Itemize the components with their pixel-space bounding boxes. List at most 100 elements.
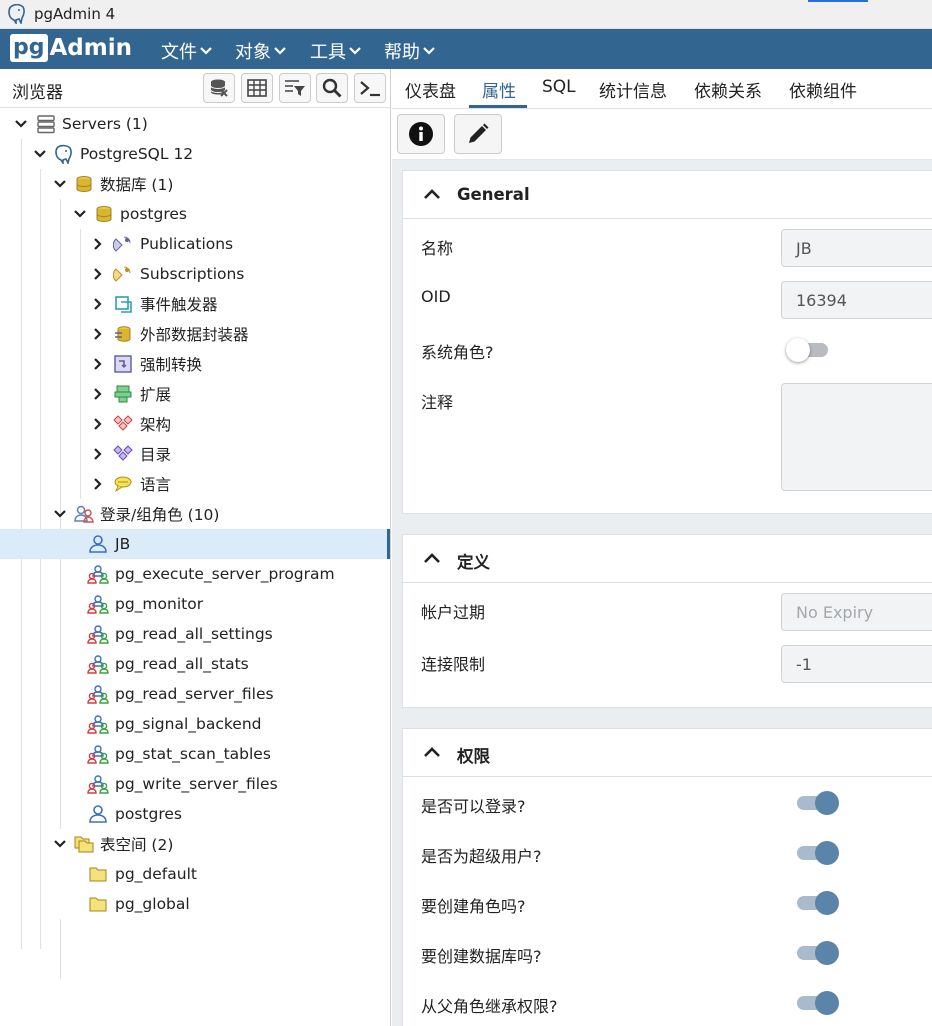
tab-dashboard[interactable]: 仪表盘	[405, 77, 456, 102]
tree-node-role-jb[interactable]: JB	[0, 529, 390, 559]
tree-node-login-roles[interactable]: 登录/组角色 (10)	[0, 499, 390, 529]
name-field[interactable]: JB	[781, 229, 932, 267]
menu-tools[interactable]: 工具	[310, 38, 361, 64]
create-roles-label: 要创建角色吗?	[421, 897, 526, 916]
tree-node-tablespaces[interactable]: 表空间 (2)	[0, 829, 390, 859]
tree-node-label: postgres	[120, 205, 187, 223]
search-objects-button[interactable]	[316, 73, 348, 103]
filtered-rows-button[interactable]	[279, 73, 311, 103]
edit-button[interactable]	[454, 114, 502, 154]
chevron-down-icon[interactable]	[14, 117, 28, 131]
menu-help[interactable]: 帮助	[384, 38, 435, 64]
tree-node-tablespace[interactable]: pg_global	[0, 889, 390, 919]
chevron-down-icon[interactable]	[53, 177, 67, 191]
group-role-icon	[87, 713, 109, 735]
pencil-icon	[469, 123, 489, 143]
tree-node-schemas[interactable]: 架构	[0, 409, 390, 439]
tree-node-event-triggers[interactable]: 事件触发器	[0, 289, 390, 319]
tree-node-servers[interactable]: Servers (1)	[0, 109, 390, 139]
chevron-down-icon[interactable]	[53, 507, 67, 521]
tree-node-label: 扩展	[140, 386, 172, 404]
tree-node-casts[interactable]: 强制转换	[0, 349, 390, 379]
user-icon	[87, 533, 109, 555]
logo-pg: pg	[10, 34, 48, 62]
browser-title: 浏览器	[12, 83, 63, 103]
chevron-down-icon	[349, 47, 361, 55]
menu-object[interactable]: 对象	[235, 38, 286, 64]
chevron-up-icon[interactable]	[423, 186, 441, 202]
chevron-right-icon[interactable]	[91, 327, 105, 341]
tree-node-languages[interactable]: 语言	[0, 469, 390, 499]
tree-node-role[interactable]: pg_read_server_files	[0, 679, 390, 709]
tree-node-databases[interactable]: 数据库 (1)	[0, 169, 390, 199]
tree-node-label: pg_default	[115, 865, 197, 883]
chevron-down-icon[interactable]	[73, 207, 87, 221]
chevron-right-icon[interactable]	[91, 447, 105, 461]
tree-node-label: Publications	[140, 235, 234, 253]
chevron-up-icon[interactable]	[423, 744, 441, 760]
superuser-toggle[interactable]	[795, 840, 841, 866]
tab-sql[interactable]: SQL	[542, 77, 576, 97]
tablespaces-icon	[73, 833, 95, 855]
tree-node-role[interactable]: pg_stat_scan_tables	[0, 739, 390, 769]
tree-node-catalogs[interactable]: 目录	[0, 439, 390, 469]
tree-node-extensions[interactable]: 扩展	[0, 379, 390, 409]
create-roles-toggle[interactable]	[795, 890, 841, 916]
tree-node-role-postgres[interactable]: postgres	[0, 799, 390, 829]
chevron-right-icon[interactable]	[91, 417, 105, 431]
view-data-button[interactable]	[241, 73, 273, 103]
tree-node-tablespace[interactable]: pg_default	[0, 859, 390, 889]
tree-node-label: 数据库 (1)	[100, 176, 174, 194]
section-definition: 定义 帐户过期 No Expiry 连接限制 -1	[402, 534, 932, 708]
active-tab-indicator	[469, 105, 527, 108]
menu-file[interactable]: 文件	[161, 38, 212, 64]
inherit-rights-toggle[interactable]	[795, 990, 841, 1016]
toggle-knob	[815, 841, 839, 865]
chevron-right-icon[interactable]	[91, 387, 105, 401]
tab-dependents[interactable]: 依赖组件	[789, 77, 857, 102]
tree-node-role[interactable]: pg_signal_backend	[0, 709, 390, 739]
tree-node-role[interactable]: pg_write_server_files	[0, 769, 390, 799]
tab-dependencies[interactable]: 依赖关系	[694, 77, 762, 102]
account-expiry-field[interactable]: No Expiry	[781, 593, 932, 631]
toggle-knob	[815, 991, 839, 1015]
tree-node-role[interactable]: pg_read_all_stats	[0, 649, 390, 679]
tree-node-role[interactable]: pg_execute_server_program	[0, 559, 390, 589]
system-role-toggle[interactable]	[786, 337, 832, 363]
can-login-label: 是否可以登录?	[421, 797, 526, 816]
chevron-down-icon[interactable]	[53, 837, 67, 851]
tab-properties[interactable]: 属性	[482, 77, 516, 102]
tree-node-publications[interactable]: Publications	[0, 229, 390, 259]
query-tool-button[interactable]	[203, 73, 235, 103]
tree-node-fdw[interactable]: 外部数据封装器	[0, 319, 390, 349]
section-privileges-header[interactable]: 权限	[403, 729, 932, 777]
extension-icon	[112, 383, 134, 405]
create-databases-toggle[interactable]	[795, 940, 841, 966]
tree-node-role[interactable]: pg_read_all_settings	[0, 619, 390, 649]
psql-tool-button[interactable]	[354, 73, 386, 103]
can-login-toggle[interactable]	[795, 790, 841, 816]
chevron-down-icon[interactable]	[33, 147, 47, 161]
tab-statistics[interactable]: 统计信息	[599, 77, 667, 102]
table-filter-icon	[285, 80, 305, 96]
chevron-right-icon[interactable]	[91, 267, 105, 281]
section-definition-header[interactable]: 定义	[403, 535, 932, 583]
comment-field[interactable]	[781, 383, 932, 491]
chevron-right-icon[interactable]	[91, 477, 105, 491]
tree-node-server[interactable]: PostgreSQL 12	[0, 139, 390, 169]
oid-field[interactable]: 16394	[781, 281, 932, 319]
chevron-right-icon[interactable]	[91, 237, 105, 251]
tree-node-label: pg_read_all_settings	[115, 625, 273, 643]
comment-label: 注释	[421, 393, 454, 412]
tree-node-database[interactable]: postgres	[0, 199, 390, 229]
info-button[interactable]	[397, 114, 445, 154]
chevron-right-icon[interactable]	[91, 357, 105, 371]
connection-limit-field[interactable]: -1	[781, 645, 932, 683]
chevron-right-icon[interactable]	[91, 297, 105, 311]
tree-node-subscriptions[interactable]: Subscriptions	[0, 259, 390, 289]
section-general-header[interactable]: General	[403, 171, 932, 219]
chevron-down-icon	[423, 47, 435, 55]
chevron-up-icon[interactable]	[423, 550, 441, 566]
tree-node-role[interactable]: pg_monitor	[0, 589, 390, 619]
tree-node-label: pg_global	[115, 895, 190, 913]
